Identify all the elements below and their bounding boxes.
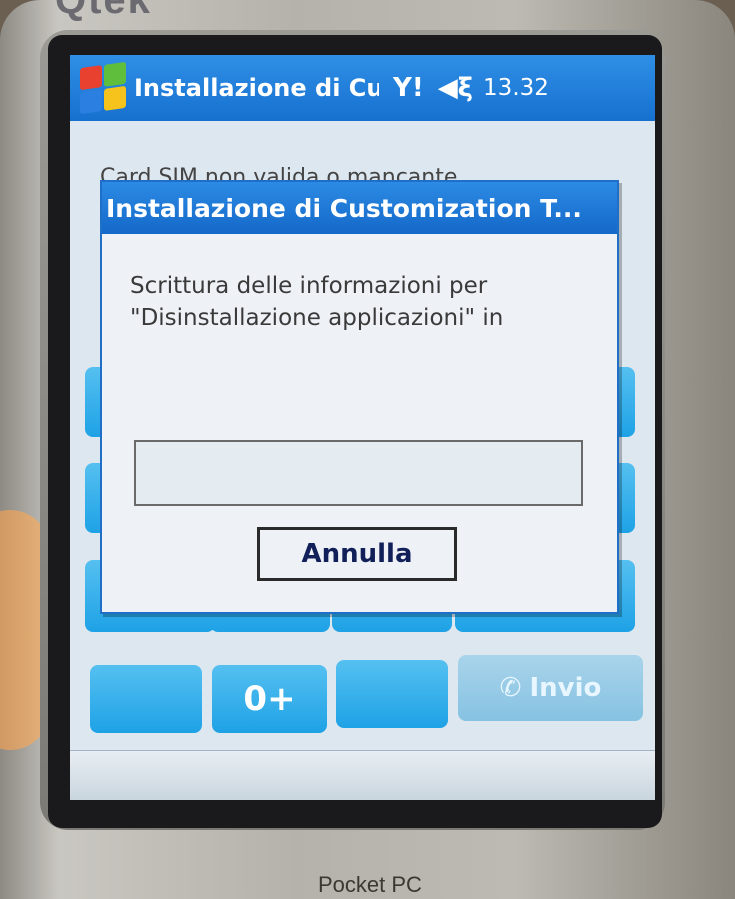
- clock[interactable]: 13.32: [483, 75, 549, 101]
- signal-icon[interactable]: Y!: [393, 73, 424, 103]
- screen: Installazione di Cus Y! ◀ξ 13.32 Card SI…: [70, 55, 655, 800]
- bottom-menu-bar: [70, 750, 655, 800]
- install-dialog: Installazione di Customization T... Scri…: [100, 180, 619, 614]
- dialog-message: Scrittura delle informazioni per "Disins…: [130, 273, 504, 331]
- phone-handset-icon: ✆: [499, 673, 522, 703]
- keypad-key-blank[interactable]: [336, 660, 448, 728]
- keypad-key-blank[interactable]: [90, 665, 202, 733]
- progress-bar: [134, 440, 583, 506]
- keypad-key-zero-label: 0+: [243, 679, 296, 719]
- keypad-key-zero[interactable]: 0+: [212, 665, 327, 733]
- windows-flag-icon[interactable]: [80, 61, 126, 115]
- nav-title: Installazione di Cus: [134, 74, 379, 102]
- model-label: Pocket PC: [318, 872, 422, 897]
- send-button[interactable]: ✆ Invio: [458, 655, 643, 721]
- send-button-label: Invio: [529, 673, 602, 703]
- dialog-title: Installazione di Customization T...: [102, 182, 617, 234]
- navigation-bar: Installazione di Cus Y! ◀ξ 13.32: [70, 55, 655, 121]
- pocket-pc-device: Qtek Installazione di Cus Y! ◀ξ 13.32 Ca…: [0, 0, 735, 899]
- volume-icon[interactable]: ◀ξ: [438, 73, 473, 103]
- cancel-button[interactable]: Annulla: [257, 527, 457, 581]
- brand-logo: Qtek: [55, 0, 152, 22]
